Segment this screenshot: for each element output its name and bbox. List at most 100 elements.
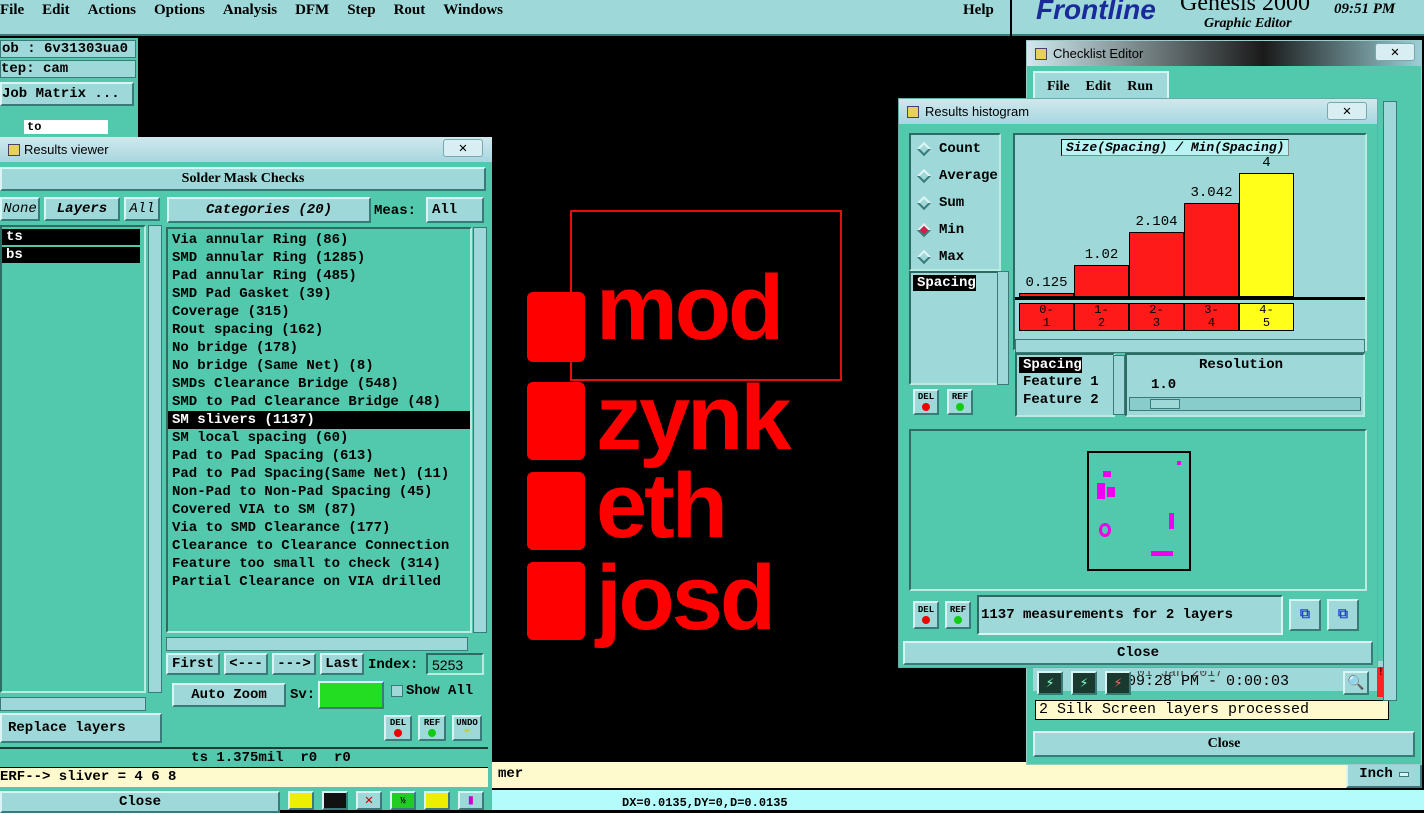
slider-thumb[interactable] [1150, 399, 1180, 409]
category-item[interactable]: SM local spacing (60) [168, 429, 470, 447]
bin-label[interactable]: 1- 2 [1074, 303, 1129, 331]
categories-scrollbar[interactable] [473, 227, 487, 633]
category-item[interactable]: Pad to Pad Spacing (613) [168, 447, 470, 465]
histogram-bar[interactable] [1239, 173, 1294, 297]
preview-ref-button[interactable]: REF [945, 601, 971, 629]
field-scrollbar[interactable] [1113, 355, 1125, 415]
last-button[interactable]: Last [320, 653, 364, 675]
menu-actions[interactable]: Actions [88, 2, 136, 34]
menu-dfm[interactable]: DFM [295, 2, 329, 34]
run-icon[interactable]: ⚡ [1037, 671, 1063, 695]
menu-file[interactable]: File [1047, 79, 1070, 99]
menu-edit[interactable]: Edit [42, 2, 70, 34]
radio-count[interactable]: Count [911, 135, 999, 162]
radio-min[interactable]: Min [911, 216, 999, 243]
severity-dropdown[interactable] [318, 681, 384, 709]
index-input[interactable]: 5253 [426, 653, 484, 675]
histogram-bar[interactable] [1074, 265, 1129, 297]
to-field[interactable]: to [24, 120, 108, 134]
layers-hscrollbar[interactable] [0, 697, 146, 711]
resolution-slider[interactable] [1129, 397, 1361, 411]
ref-cross-icon[interactable]: ✕ [356, 791, 382, 810]
histogram-close-button[interactable]: Close [903, 641, 1373, 665]
replace-layers-dropdown[interactable]: Replace layers [0, 713, 162, 743]
job-matrix-button[interactable]: Job Matrix ... [0, 82, 134, 106]
close-icon[interactable]: ✕ [1327, 102, 1367, 120]
radio-max[interactable]: Max [911, 243, 999, 270]
layer-item[interactable]: ts [2, 229, 140, 245]
category-item[interactable]: No bridge (178) [168, 339, 470, 357]
run-all-icon[interactable]: ⚡ [1071, 671, 1097, 695]
half-icon[interactable]: ½ [390, 791, 416, 810]
next-button[interactable]: ---> [272, 653, 316, 675]
field-item[interactable]: Feature 1 [1019, 373, 1111, 391]
attribute-scrollbar[interactable] [997, 271, 1009, 385]
menu-analysis[interactable]: Analysis [223, 2, 277, 34]
flag-icon[interactable] [322, 791, 348, 810]
menu-options[interactable]: Options [154, 2, 205, 34]
report-icon[interactable] [424, 791, 450, 810]
bin-label[interactable]: 4- 5 [1239, 303, 1294, 331]
meas-dropdown[interactable]: All [426, 197, 484, 223]
layers-scrollbar[interactable] [148, 225, 162, 693]
layer-item[interactable]: bs [2, 247, 140, 263]
category-item[interactable]: Pad to Pad Spacing(Same Net) (11) [168, 465, 470, 483]
menu-edit[interactable]: Edit [1086, 79, 1112, 99]
bin-label[interactable]: 2- 3 [1129, 303, 1184, 331]
del-button[interactable]: DEL [913, 389, 939, 415]
zoom-icon[interactable]: 🔍 [1343, 671, 1369, 695]
close-icon[interactable]: ✕ [1375, 43, 1415, 61]
auto-zoom-dropdown[interactable]: Auto Zoom [172, 683, 286, 707]
category-item[interactable]: Non-Pad to Non-Pad Spacing (45) [168, 483, 470, 501]
layers-button[interactable]: Layers [44, 197, 120, 221]
category-item[interactable]: SMD annular Ring (1285) [168, 249, 470, 267]
category-item[interactable]: SMD to Pad Clearance Bridge (48) [168, 393, 470, 411]
category-item[interactable]: SMDs Clearance Bridge (548) [168, 375, 470, 393]
undo-button[interactable]: UNDO ↶ [452, 715, 482, 741]
category-item[interactable]: Rout spacing (162) [168, 321, 470, 339]
del-button[interactable]: DEL [384, 715, 412, 741]
category-item[interactable]: SM slivers (1137) [168, 411, 470, 429]
radio-average[interactable]: Average [911, 162, 999, 189]
category-item[interactable]: Partial Clearance on VIA drilled [168, 573, 470, 591]
attribute-list[interactable]: Spacing [909, 271, 999, 385]
show-all-checkbox[interactable] [391, 685, 403, 697]
close-icon[interactable]: ✕ [443, 139, 483, 157]
chart-icon[interactable]: ▮ [458, 791, 484, 810]
menu-file[interactable]: File [0, 2, 24, 34]
bin-label[interactable]: 3- 4 [1184, 303, 1239, 331]
histogram-bar[interactable] [1184, 202, 1239, 297]
chart-hscrollbar[interactable] [1015, 339, 1365, 353]
user-icon[interactable] [288, 791, 314, 810]
preview-del-button[interactable]: DEL [913, 601, 939, 629]
ref-button[interactable]: REF [418, 715, 446, 741]
checklist-close-button[interactable]: Close [1033, 731, 1415, 757]
all-button[interactable]: All [124, 197, 160, 221]
histogram-bar[interactable] [1019, 293, 1074, 297]
categories-list[interactable]: Via annular Ring (86) SMD annular Ring (1… [166, 227, 472, 633]
category-item[interactable]: Covered VIA to SM (87) [168, 501, 470, 519]
none-button[interactable]: None [0, 197, 40, 221]
attribute-item[interactable]: Spacing [913, 275, 976, 291]
category-item[interactable]: Via to SMD Clearance (177) [168, 519, 470, 537]
category-item[interactable]: Pad annular Ring (485) [168, 267, 470, 285]
category-item[interactable]: Coverage (315) [168, 303, 470, 321]
checklist-scrollbar[interactable] [1383, 101, 1397, 701]
category-item[interactable]: No bridge (Same Net) (8) [168, 357, 470, 375]
category-item[interactable]: SMD Pad Gasket (39) [168, 285, 470, 303]
first-button[interactable]: First [166, 653, 220, 675]
categories-hscrollbar[interactable] [166, 637, 468, 651]
categories-button[interactable]: Categories (20) [167, 197, 371, 223]
histogram-bar[interactable] [1129, 231, 1184, 297]
bin-label[interactable]: 0- 1 [1019, 303, 1074, 331]
field-item[interactable]: Feature 2 [1019, 391, 1111, 409]
menu-step[interactable]: Step [347, 2, 375, 34]
prev-button[interactable]: <--- [224, 653, 268, 675]
run-error-icon[interactable]: ⚡ [1105, 671, 1131, 695]
layers-list[interactable]: ts bs [0, 225, 146, 693]
menu-windows[interactable]: Windows [443, 2, 503, 34]
menu-rout[interactable]: Rout [394, 2, 426, 34]
category-item[interactable]: Feature too small to check (314) [168, 555, 470, 573]
export-icon[interactable]: ⧉ [1289, 599, 1321, 631]
field-list[interactable]: Spacing Feature 1 Feature 2 [1015, 353, 1115, 417]
